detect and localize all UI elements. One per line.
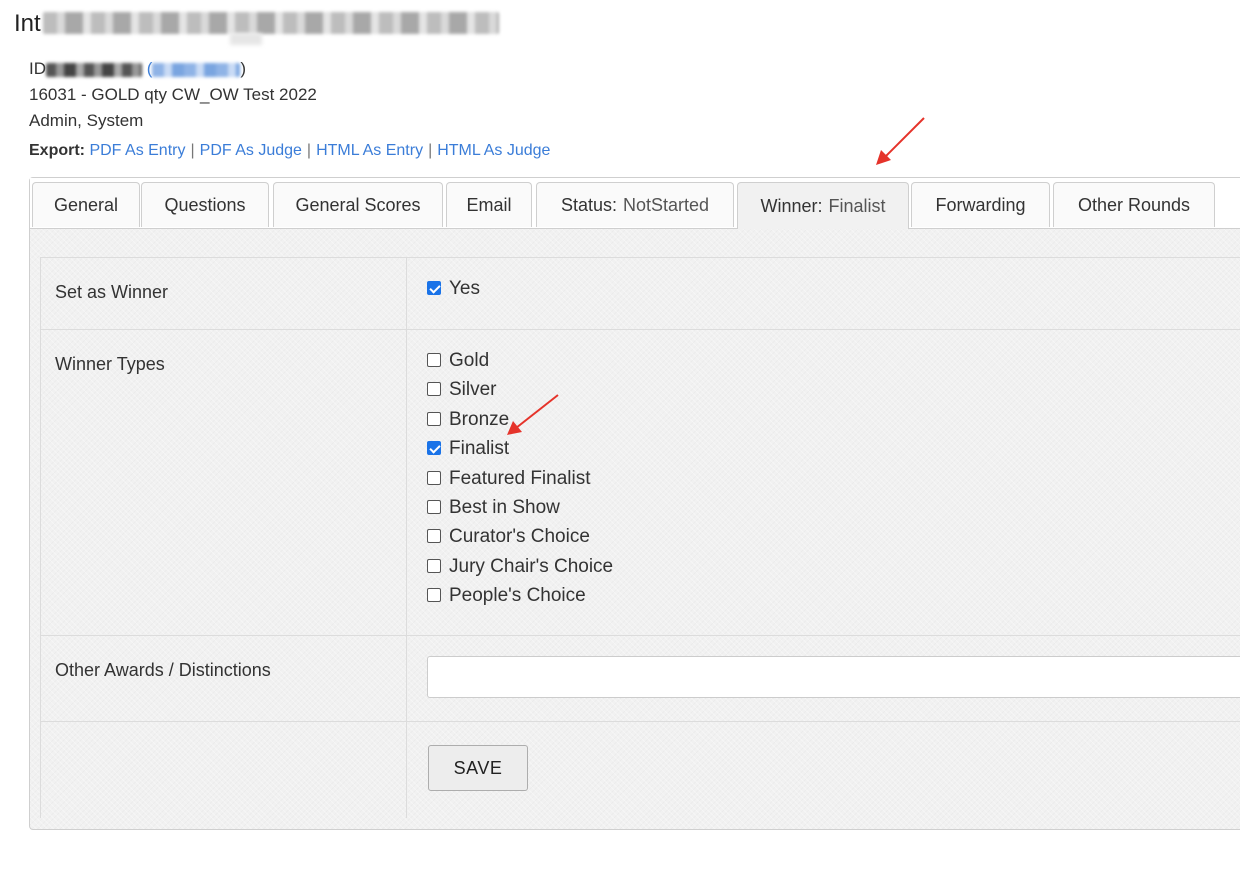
annotation-arrows <box>507 117 925 435</box>
tab-winner[interactable]: Winner: Finalist <box>737 182 909 229</box>
tab-winner-label: Winner: <box>760 195 823 216</box>
arrow-icon-finalist <box>507 394 559 435</box>
arrow-icon-winner-tab <box>876 117 925 165</box>
tab-winner-value: Finalist <box>828 195 886 216</box>
